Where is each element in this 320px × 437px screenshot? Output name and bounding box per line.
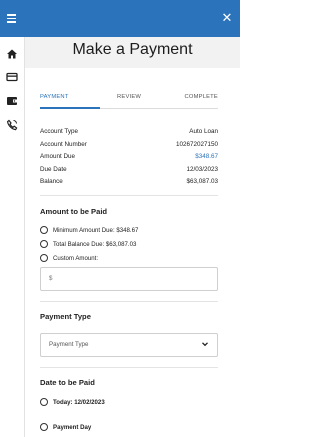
due-date-label: Due Date bbox=[40, 166, 67, 173]
active-tab-indicator bbox=[40, 107, 100, 109]
chevron-down-icon bbox=[202, 342, 208, 347]
home-icon[interactable] bbox=[5, 47, 19, 61]
radio-label: Total Balance Due: $63,087.03 bbox=[53, 240, 137, 248]
top-app-bar: ✕ bbox=[0, 0, 240, 37]
payment-type-placeholder: Payment Type bbox=[49, 341, 89, 348]
payment-type-heading: Payment Type bbox=[40, 312, 91, 321]
menu-icon[interactable] bbox=[4, 10, 20, 26]
radio-label: Payment Day bbox=[53, 423, 92, 431]
account-number-row: Account Number 102672027150 bbox=[40, 141, 218, 152]
date-section-heading: Date to be Paid bbox=[40, 378, 95, 387]
phone-icon[interactable] bbox=[5, 118, 19, 132]
tab-complete[interactable]: COMPLETE bbox=[185, 94, 219, 100]
radio-button[interactable] bbox=[40, 254, 48, 262]
radio-label: Custom Amount: bbox=[53, 254, 99, 262]
divider bbox=[40, 195, 218, 196]
page-title: Make a Payment bbox=[72, 41, 193, 58]
account-type-row: Account Type Auto Loan bbox=[40, 128, 218, 139]
amount-due-value: $348.67 bbox=[195, 153, 218, 160]
radio-button[interactable] bbox=[40, 240, 48, 248]
radio-button[interactable] bbox=[40, 423, 48, 431]
radio-button[interactable] bbox=[40, 398, 48, 406]
radio-button[interactable] bbox=[40, 226, 48, 234]
payment-type-select[interactable]: Payment Type bbox=[40, 333, 218, 357]
balance-row: Balance $63,087.03 bbox=[40, 178, 218, 189]
radio-label: Today: 12/02/2023 bbox=[53, 398, 105, 406]
sidebar bbox=[0, 37, 25, 437]
close-icon[interactable]: ✕ bbox=[220, 9, 234, 27]
balance-value: $63,087.03 bbox=[186, 178, 218, 185]
account-type-value: Auto Loan bbox=[189, 128, 218, 135]
divider bbox=[40, 367, 218, 368]
account-type-label: Account Type bbox=[40, 128, 79, 135]
account-number-value: 102672027150 bbox=[175, 141, 218, 148]
tab-review[interactable]: REVIEW bbox=[117, 94, 141, 100]
due-date-row: Due Date 12/03/2023 bbox=[40, 166, 218, 177]
balance-label: Balance bbox=[40, 178, 63, 185]
radio-label: Minimum Amount Due: $348.67 bbox=[53, 226, 139, 234]
custom-amount-input[interactable] bbox=[49, 275, 199, 282]
wallet-icon[interactable] bbox=[5, 94, 19, 108]
amount-due-row: Amount Due $348.67 bbox=[40, 153, 218, 164]
divider bbox=[40, 301, 218, 302]
due-date-value: 12/03/2023 bbox=[186, 166, 218, 173]
card-icon[interactable] bbox=[5, 70, 19, 84]
amount-section-heading: Amount to be Paid bbox=[40, 207, 108, 216]
amount-due-label: Amount Due bbox=[40, 153, 76, 160]
account-number-label: Account Number bbox=[40, 141, 87, 148]
custom-amount-field[interactable] bbox=[40, 267, 218, 291]
tab-payment[interactable]: PAYMENT bbox=[40, 94, 69, 100]
stepper-tabs: PAYMENT REVIEW COMPLETE bbox=[40, 94, 218, 108]
